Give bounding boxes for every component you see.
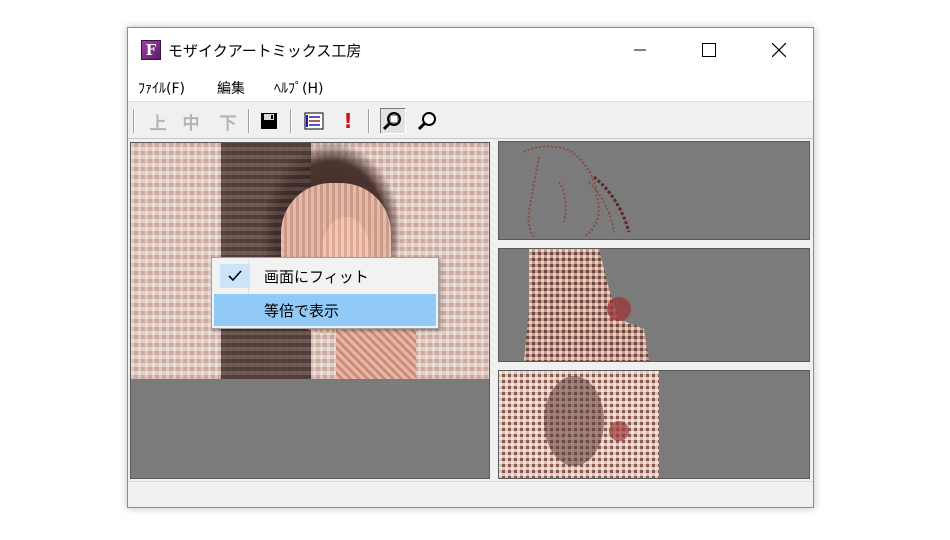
toolbar-separator [133, 109, 135, 133]
magnifier-icon [417, 112, 436, 131]
app-window: F モザイクアートミックス工房 ﾌｧｲﾙ(F) 編集 ﾍﾙﾌﾟ(H) 上 中 下 [127, 27, 814, 508]
list-button[interactable] [301, 108, 327, 134]
menu-item-label: 等倍で表示 [264, 301, 340, 320]
toolbar-separator [368, 109, 370, 133]
menu-edit[interactable]: 編集 [217, 78, 245, 98]
zoom-actual-button[interactable] [414, 108, 440, 134]
context-menu: 画面にフィット 等倍で表示 [211, 257, 439, 329]
move-up-button[interactable]: 上 [145, 108, 171, 134]
magnifier-fit-icon [383, 112, 401, 131]
layer-lower-image [499, 371, 659, 478]
floppy-disk-icon [261, 113, 277, 129]
close-button[interactable] [756, 28, 802, 72]
title-bar[interactable]: F モザイクアートミックス工房 [128, 28, 813, 72]
layer-lower-pane[interactable] [498, 370, 810, 479]
workspace: 画面にフィット 等倍で表示 [128, 140, 813, 482]
layer-upper-image [523, 145, 631, 238]
toolbar-separator [290, 109, 292, 133]
menu-file[interactable]: ﾌｧｲﾙ(F) [138, 78, 185, 98]
zoom-fit-button[interactable] [380, 108, 406, 134]
move-middle-button[interactable]: 中 [178, 108, 204, 134]
save-button[interactable] [256, 108, 282, 134]
maximize-button[interactable] [686, 28, 732, 72]
checkmark-icon [228, 270, 242, 282]
app-icon[interactable]: F [141, 40, 161, 60]
menu-bar: ﾌｧｲﾙ(F) 編集 ﾍﾙﾌﾟ(H) [128, 72, 813, 102]
menu-help[interactable]: ﾍﾙﾌﾟ(H) [274, 78, 323, 98]
status-bar [128, 481, 813, 507]
layer-middle-pane[interactable] [498, 248, 810, 362]
list-icon [304, 112, 324, 130]
toolbar: 上 中 下 ! [128, 103, 813, 139]
menu-item-actual-size[interactable]: 等倍で表示 [214, 294, 436, 326]
move-down-button[interactable]: 下 [215, 108, 241, 134]
close-icon [772, 43, 786, 57]
maximize-icon [702, 43, 716, 57]
layer-upper-pane[interactable] [498, 141, 810, 240]
execute-button[interactable]: ! [335, 108, 361, 134]
menu-item-label: 画面にフィット [264, 267, 369, 286]
toolbar-separator [248, 109, 250, 133]
window-title: モザイクアートミックス工房 [168, 42, 362, 60]
layer-middle-image [524, 249, 649, 361]
minimize-icon [634, 49, 646, 51]
minimize-button[interactable] [617, 28, 663, 72]
menu-item-fit-to-screen[interactable]: 画面にフィット [214, 260, 436, 292]
